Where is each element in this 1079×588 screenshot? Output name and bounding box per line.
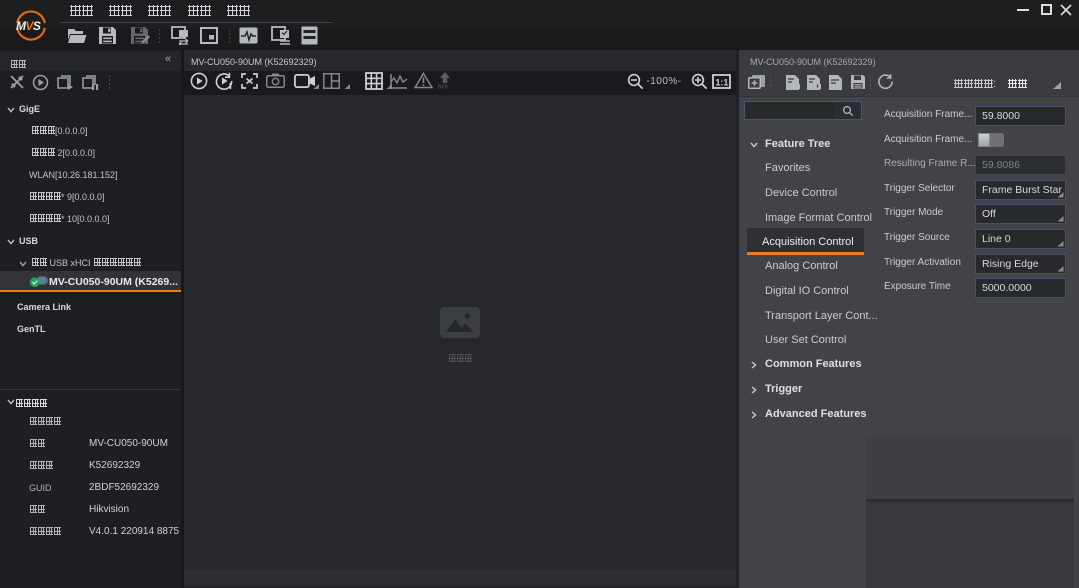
svg-text:ROI: ROI	[438, 85, 448, 90]
svg-text:1:1: 1:1	[715, 77, 728, 87]
svg-text:MVS: MVS	[16, 19, 41, 33]
